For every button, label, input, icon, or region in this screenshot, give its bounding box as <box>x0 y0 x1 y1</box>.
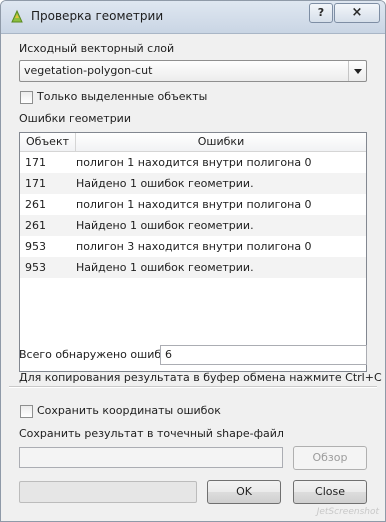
window-close-button[interactable]: × <box>334 3 380 23</box>
total-errors-value: 6 <box>165 348 172 361</box>
copy-hint: Для копирования результата в буфер обмен… <box>19 371 382 384</box>
errors-label: Ошибки геометрии <box>19 112 131 125</box>
title-bar[interactable]: Проверка геометрии ? × <box>1 1 385 34</box>
progress-bar <box>19 481 197 503</box>
table-row[interactable]: 171 Найдено 1 ошибок геометрии. <box>20 173 366 194</box>
save-coords-label: Сохранить координаты ошибок <box>37 404 221 417</box>
dialog-window: Проверка геометрии ? × Исходный векторны… <box>0 0 386 522</box>
table-row[interactable]: 953 полигон 3 находится внутри полигона 0 <box>20 236 366 257</box>
table-row[interactable]: 261 Найдено 1 ошибок геометрии. <box>20 215 366 236</box>
cell-error: Найдено 1 ошибок геометрии. <box>76 219 254 232</box>
browse-button[interactable]: Обзор <box>293 446 367 470</box>
cell-error: Найдено 1 ошибок геометрии. <box>76 261 254 274</box>
cell-object: 261 <box>25 219 46 232</box>
table-header: Объект Ошибки <box>20 133 366 152</box>
ok-button[interactable]: OK <box>207 480 281 504</box>
total-errors-label: Всего обнаружено ошибок <box>19 348 175 361</box>
layer-combobox-value: vegetation-polygon-cut <box>24 64 153 77</box>
chevron-down-icon[interactable] <box>348 61 366 81</box>
watermark: JetScreenshot <box>316 507 379 517</box>
only-selected-label: Только выделенные объекты <box>37 90 208 103</box>
help-button[interactable]: ? <box>309 3 333 23</box>
shapefile-path-input[interactable] <box>19 447 283 468</box>
table-row[interactable]: 171 полигон 1 находится внутри полигона 0 <box>20 152 366 173</box>
cell-object: 953 <box>25 261 46 274</box>
errors-table[interactable]: Объект Ошибки 171 полигон 1 находится вну… <box>19 132 367 372</box>
table-row[interactable]: 953 Найдено 1 ошибок геометрии. <box>20 257 366 278</box>
cell-object: 953 <box>25 240 46 253</box>
cell-error: полигон 1 находится внутри полигона 0 <box>76 156 312 169</box>
cell-object: 171 <box>25 177 46 190</box>
close-button[interactable]: Close <box>293 480 367 504</box>
cell-error: полигон 3 находится внутри полигона 0 <box>76 240 312 253</box>
cell-object: 171 <box>25 156 46 169</box>
only-selected-checkbox[interactable] <box>20 91 33 104</box>
cell-object: 261 <box>25 198 46 211</box>
column-header-object[interactable]: Объект <box>20 133 76 151</box>
layer-label: Исходный векторный слой <box>19 42 175 55</box>
save-shape-label: Сохранить результат в точечный shape-фай… <box>19 427 284 440</box>
column-header-errors[interactable]: Ошибки <box>76 133 366 151</box>
table-row[interactable]: 261 полигон 1 находится внутри полигона 0 <box>20 194 366 215</box>
save-coords-checkbox[interactable] <box>20 405 33 418</box>
window-title: Проверка геометрии <box>31 9 164 23</box>
dialog-content: Исходный векторный слой vegetation-polyg… <box>1 34 385 521</box>
divider <box>9 386 377 388</box>
qgis-app-icon <box>11 9 23 23</box>
layer-combobox[interactable]: vegetation-polygon-cut <box>19 60 367 82</box>
cell-error: полигон 1 находится внутри полигона 0 <box>76 198 312 211</box>
cell-error: Найдено 1 ошибок геометрии. <box>76 177 254 190</box>
total-errors-field[interactable]: 6 <box>160 345 367 365</box>
